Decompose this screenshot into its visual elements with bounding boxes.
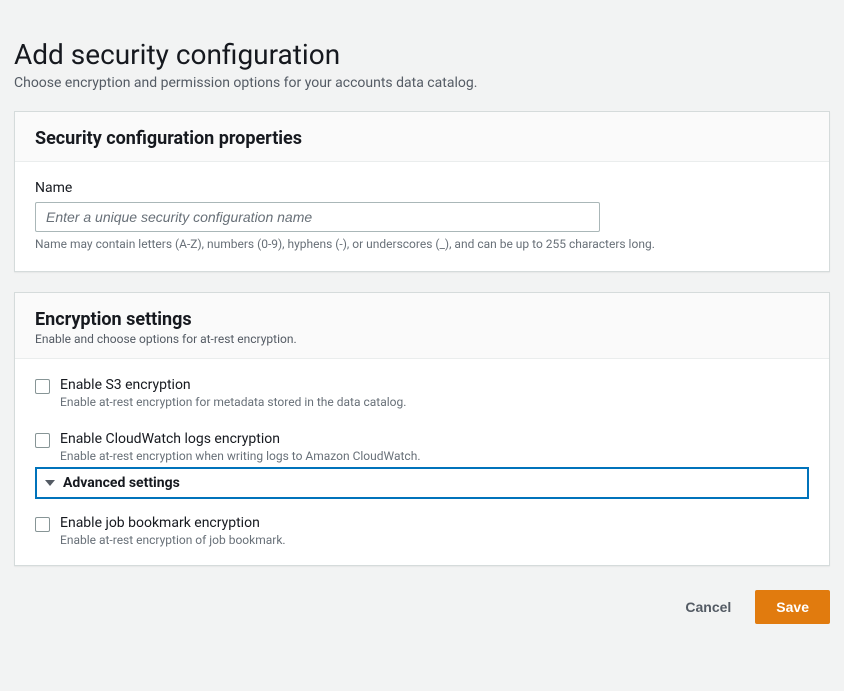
caret-down-icon: [45, 480, 55, 486]
encryption-panel-subtitle: Enable and choose options for at-rest en…: [35, 332, 809, 346]
s3-encryption-desc: Enable at-rest encryption for metadata s…: [60, 395, 406, 409]
job-bookmark-encryption-label[interactable]: Enable job bookmark encryption: [60, 515, 286, 531]
footer-actions: Cancel Save: [14, 590, 830, 624]
cloudwatch-encryption-checkbox[interactable]: [35, 433, 50, 448]
s3-encryption-checkbox[interactable]: [35, 379, 50, 394]
properties-panel-header: Security configuration properties: [15, 112, 829, 162]
name-help-text: Name may contain letters (A-Z), numbers …: [35, 237, 809, 251]
job-bookmark-encryption-row: Enable job bookmark encryption Enable at…: [35, 515, 809, 547]
page-title: Add security configuration: [14, 38, 830, 71]
properties-panel-title: Security configuration properties: [35, 128, 809, 149]
cloudwatch-encryption-row: Enable CloudWatch logs encryption Enable…: [35, 431, 809, 463]
advanced-settings-title: Advanced settings: [63, 475, 180, 491]
name-input[interactable]: [35, 202, 600, 232]
job-bookmark-encryption-checkbox[interactable]: [35, 517, 50, 532]
save-button[interactable]: Save: [755, 590, 830, 624]
properties-panel: Security configuration properties Name N…: [14, 111, 830, 272]
page-subtitle: Choose encryption and permission options…: [14, 75, 830, 91]
cloudwatch-encryption-desc: Enable at-rest encryption when writing l…: [60, 449, 421, 463]
cancel-button[interactable]: Cancel: [681, 591, 735, 623]
advanced-settings-toggle[interactable]: Advanced settings: [35, 467, 809, 499]
name-label: Name: [35, 180, 809, 196]
encryption-panel-title: Encryption settings: [35, 309, 809, 330]
job-bookmark-encryption-desc: Enable at-rest encryption of job bookmar…: [60, 533, 286, 547]
s3-encryption-label[interactable]: Enable S3 encryption: [60, 377, 406, 393]
encryption-panel: Encryption settings Enable and choose op…: [14, 292, 830, 566]
encryption-panel-header: Encryption settings Enable and choose op…: [15, 293, 829, 359]
s3-encryption-row: Enable S3 encryption Enable at-rest encr…: [35, 377, 809, 409]
cloudwatch-encryption-label[interactable]: Enable CloudWatch logs encryption: [60, 431, 421, 447]
